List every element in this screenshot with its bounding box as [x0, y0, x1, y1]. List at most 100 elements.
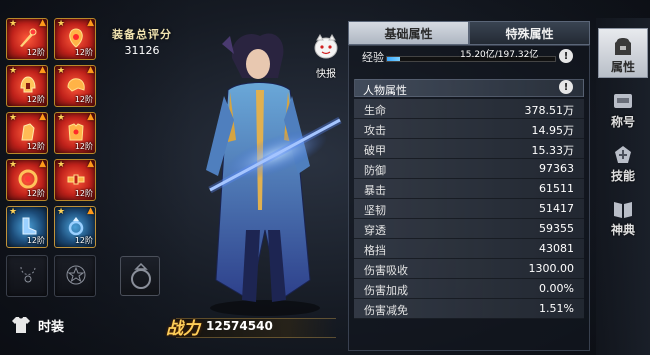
equip-level: 12阶	[74, 189, 93, 198]
attribute-tabs: 基础属性 特殊属性	[348, 21, 590, 45]
quick-report-label: 快报	[316, 69, 336, 80]
accessory-ring-slot[interactable]	[120, 256, 160, 296]
stat-value: 378.51万	[524, 104, 575, 117]
stat-value: 97363	[539, 162, 574, 175]
stat-value: 51417	[539, 202, 574, 215]
star-icon: ★	[9, 160, 18, 170]
star-icon: ★	[57, 207, 66, 217]
stat-list: 生命 378.51万 攻击 14.95万 破甲 15.33万 防御 97363 暴击 61…	[354, 99, 584, 319]
equip-slot-shoulder[interactable]: ★ ▲ 12阶	[54, 65, 96, 107]
quick-report-button[interactable]: 快报	[304, 34, 348, 80]
stat-name: 防御	[364, 164, 386, 177]
star-icon: ★	[9, 19, 18, 29]
upgrade-arrow-icon: ▲	[87, 65, 94, 75]
experience-value: 15.20亿/197.32亿	[460, 50, 539, 60]
nav-item-divine-tome[interactable]: 神典	[598, 190, 648, 240]
stat-value: 15.33万	[531, 144, 575, 157]
upgrade-arrow-icon: ▲	[39, 65, 46, 75]
tab-basic-attributes[interactable]: 基础属性	[348, 21, 469, 45]
combat-power-value: 12574540	[206, 319, 273, 333]
equip-slot-boots[interactable]: ★ 12阶	[6, 206, 48, 248]
stat-row-attack: 攻击 14.95万	[354, 119, 584, 139]
gear-score: 装备总评分 31126	[110, 26, 174, 57]
equip-slot-chest[interactable]: ★ ▲ 12阶	[54, 112, 96, 154]
stat-row-block: 格挡 43081	[354, 239, 584, 259]
stat-row-defense: 防御 97363	[354, 159, 584, 179]
stat-value: 14.95万	[531, 124, 575, 137]
stat-value: 1.51%	[539, 302, 574, 315]
nav-label: 属性	[610, 60, 635, 74]
equip-slot-emblem-empty[interactable]	[54, 255, 96, 297]
equip-slot-helmet[interactable]: ★ ▲ 12阶	[6, 65, 48, 107]
equip-slot-bracer[interactable]: ★ ▲ 12阶	[6, 159, 48, 201]
equip-level: 12阶	[26, 48, 45, 57]
ring-outline-icon	[131, 262, 151, 289]
emblem-outline-icon	[66, 265, 86, 285]
gear-score-label: 装备总评分	[112, 28, 172, 41]
stat-name: 伤害减免	[364, 304, 408, 317]
star-icon: ★	[57, 66, 66, 76]
upgrade-arrow-icon: ▲	[87, 18, 94, 28]
stat-name: 伤害加成	[364, 284, 408, 297]
equip-slot-belt[interactable]: ★ ▲ 12阶	[54, 159, 96, 201]
equip-level: 12阶	[74, 236, 93, 245]
combat-power: 战力 12574540	[162, 308, 338, 344]
nav-label: 称号	[610, 115, 635, 129]
equip-slot-gauntlet[interactable]: ★ ▲ 12阶	[6, 112, 48, 154]
mascot-icon	[314, 34, 338, 59]
equip-level: 12阶	[26, 189, 45, 198]
section-title: 人物属性	[363, 84, 407, 97]
star-icon: ★	[9, 207, 18, 217]
equip-slot-amulet[interactable]: ★ ▲ 12阶	[54, 18, 96, 60]
stat-row-armor-break: 破甲 15.33万	[354, 139, 584, 159]
fashion-button[interactable]: 时装	[10, 314, 64, 336]
fashion-label: 时装	[38, 319, 65, 335]
stat-name: 生命	[364, 104, 386, 117]
nav-item-attributes[interactable]: 属性	[598, 28, 648, 78]
stat-name: 暴击	[364, 184, 386, 197]
equip-slot-weapon[interactable]: ★ ▲ 12阶	[6, 18, 48, 60]
equip-slot-necklace-empty[interactable]	[6, 255, 48, 297]
stat-row-crit: 暴击 61511	[354, 179, 584, 199]
divine-tome-icon	[614, 202, 632, 218]
upgrade-arrow-icon: ▲	[87, 159, 94, 169]
stat-value: 0.00%	[539, 282, 574, 295]
upgrade-arrow-icon: ▲	[39, 112, 46, 122]
equip-level: 12阶	[26, 236, 45, 245]
experience-help-icon[interactable]: !	[559, 49, 573, 63]
stat-name: 破甲	[364, 144, 386, 157]
nav-item-skills[interactable]: 技能	[598, 136, 648, 186]
tab-special-attributes[interactable]: 特殊属性	[469, 21, 590, 45]
stat-row-damage-reduction: 伤害减免 1.51%	[354, 299, 584, 319]
upgrade-arrow-icon: ▲	[87, 206, 94, 216]
stat-name: 攻击	[364, 124, 386, 137]
equip-level: 12阶	[26, 142, 45, 151]
upgrade-arrow-icon: ▲	[39, 159, 46, 169]
stat-value: 1300.00	[528, 262, 575, 275]
nav-label: 技能	[610, 169, 635, 183]
nav-label: 神典	[610, 223, 635, 237]
attributes-help-icon[interactable]: !	[559, 80, 573, 94]
star-icon: ★	[9, 66, 18, 76]
combat-power-label: 战力	[166, 318, 200, 339]
necklace-outline-icon	[20, 266, 36, 283]
stat-value: 43081	[539, 242, 574, 255]
stat-row-damage-bonus: 伤害加成 0.00%	[354, 279, 584, 299]
equip-level: 12阶	[74, 48, 93, 57]
stat-value: 59355	[539, 222, 574, 235]
stat-row-toughness: 坚韧 51417	[354, 199, 584, 219]
character-attributes-header: 人物属性	[354, 79, 584, 97]
stat-name: 穿透	[364, 224, 386, 237]
upgrade-arrow-icon: ▲	[39, 18, 46, 28]
stat-name: 坚韧	[364, 204, 386, 217]
shirt-icon	[12, 317, 30, 333]
equip-level: 12阶	[74, 142, 93, 151]
skill-icon	[615, 146, 631, 163]
nav-item-titles[interactable]: 称号	[598, 82, 648, 132]
backpack-icon	[615, 38, 631, 55]
experience-bar-fill	[387, 57, 400, 61]
experience-label: 经验	[362, 51, 384, 64]
gear-score-value: 31126	[124, 44, 160, 57]
right-nav: 属性 称号 技能 神典	[596, 18, 650, 355]
equip-slot-ring[interactable]: ★ ▲ 12阶	[54, 206, 96, 248]
